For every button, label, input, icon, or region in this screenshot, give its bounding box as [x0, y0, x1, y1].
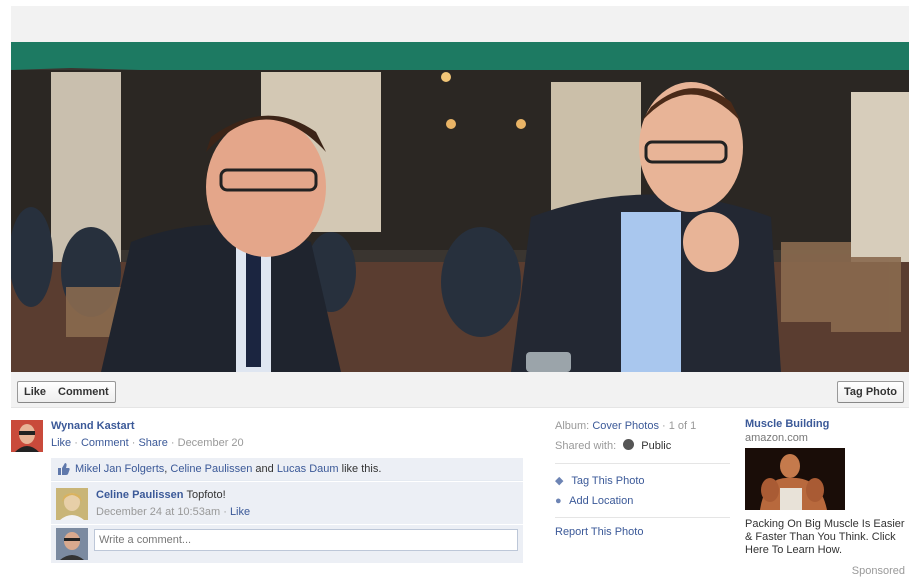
feedback-section: Mikel Jan Folgerts, Celine Paulissen and…: [51, 458, 523, 563]
add-location-link[interactable]: Add Location: [569, 495, 633, 507]
add-location-row: ● Add Location: [555, 495, 633, 507]
photo-position: · 1 of 1: [662, 420, 697, 432]
commenter-avatar[interactable]: [56, 488, 88, 520]
globe-icon: [623, 439, 635, 450]
write-comment-row: [51, 525, 523, 563]
dot-separator: ·: [223, 506, 227, 518]
shared-with-row: Shared with: Public: [555, 439, 671, 452]
album-link[interactable]: Cover Photos: [592, 420, 659, 432]
photo-image: [11, 42, 909, 372]
tag-icon: ◆: [555, 475, 564, 487]
sponsored-label: Sponsored: [851, 565, 905, 577]
comment-line: Celine Paulissen Topfoto!: [96, 489, 226, 501]
ad-domain: amazon.com: [745, 432, 808, 444]
album-row: Album: Cover Photos · 1 of 1: [555, 420, 696, 432]
comment-input[interactable]: [94, 529, 518, 551]
likes-suffix: like this.: [341, 463, 382, 475]
likes-sentence: Mikel Jan Folgerts, Celine Paulissen and…: [51, 458, 523, 481]
album-label: Album:: [555, 420, 590, 432]
liker-link[interactable]: Lucas Daum: [277, 463, 339, 475]
owner-meta: Like · Comment · Share · December 20: [51, 437, 244, 449]
tag-photo-button[interactable]: Tag Photo: [837, 381, 904, 403]
owner-like-link[interactable]: Like: [51, 437, 71, 449]
dot-separator: ·: [74, 437, 78, 449]
liker-comma: ,: [164, 463, 168, 475]
dot-separator: ·: [131, 437, 136, 449]
liker-link[interactable]: Celine Paulissen: [170, 463, 252, 475]
viewer-avatar: [56, 528, 88, 560]
comment-meta: December 24 at 10:53am · Like: [96, 506, 250, 518]
report-photo-link[interactable]: Report This Photo: [555, 526, 643, 538]
location-pin-icon: ●: [555, 495, 562, 507]
tag-photo-row: ◆ Tag This Photo: [555, 474, 645, 487]
tag-this-photo-link[interactable]: Tag This Photo: [571, 475, 644, 487]
owner-name-link[interactable]: Wynand Kastart: [51, 420, 135, 432]
like-button[interactable]: Like: [17, 381, 54, 403]
viewer-avatar-image: [56, 528, 88, 560]
divider: [555, 517, 730, 518]
commenter-name-link[interactable]: Celine Paulissen: [96, 489, 183, 501]
sponsored-ad[interactable]: Muscle Building amazon.com Packing On Bi…: [745, 418, 910, 557]
ad-title-link[interactable]: Muscle Building: [745, 418, 829, 430]
comment-timestamp[interactable]: December 24 at 10:53am: [96, 506, 220, 518]
main-photo[interactable]: [11, 42, 909, 372]
comment-text: Topfoto!: [186, 489, 226, 501]
ad-image-graphic: [745, 448, 845, 510]
owner-avatar-image: [11, 420, 43, 452]
ad-image[interactable]: [745, 448, 845, 510]
dot-separator: ·: [170, 437, 175, 449]
divider: [555, 463, 730, 464]
commenter-avatar-image: [56, 488, 88, 520]
ad-body-text[interactable]: Packing On Big Muscle Is Easier & Faster…: [745, 518, 910, 557]
comment-button[interactable]: Comment: [52, 381, 116, 403]
comment-like-link[interactable]: Like: [230, 506, 250, 518]
photo-action-bar: Like Comment Tag Photo: [11, 372, 909, 408]
comment-item: Celine Paulissen Topfoto! December 24 at…: [51, 482, 523, 524]
liker-link[interactable]: Mikel Jan Folgerts: [75, 463, 164, 475]
owner-share-link[interactable]: Share: [138, 437, 167, 449]
thumbs-up-icon: [58, 463, 70, 475]
privacy-selector[interactable]: Public: [641, 440, 671, 452]
shared-with-label: Shared with:: [555, 440, 617, 452]
likes-and-text: and: [255, 463, 274, 475]
photo-top-bar: [11, 6, 909, 42]
owner-comment-link[interactable]: Comment: [81, 437, 129, 449]
report-row: Report This Photo: [555, 526, 643, 538]
owner-avatar[interactable]: [11, 420, 43, 452]
post-date[interactable]: December 20: [178, 437, 244, 449]
